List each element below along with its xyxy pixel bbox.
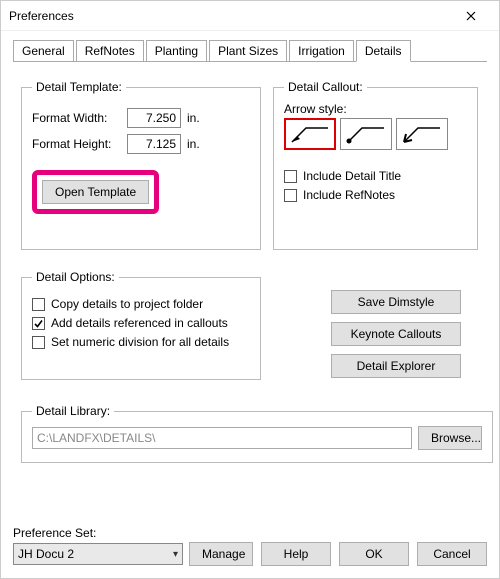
keynote-callouts-button[interactable]: Keynote Callouts (331, 322, 461, 346)
include-refnotes-label: Include RefNotes (303, 188, 395, 202)
copy-details-checkbox[interactable]: Copy details to project folder (32, 297, 250, 311)
detail-callout-legend: Detail Callout: (284, 80, 367, 94)
detail-options-legend: Detail Options: (32, 270, 119, 284)
cancel-button[interactable]: Cancel (417, 542, 487, 566)
numeric-division-label: Set numeric division for all details (51, 335, 229, 349)
include-detail-title-checkbox[interactable]: Include Detail Title (284, 169, 467, 183)
tab-refnotes[interactable]: RefNotes (76, 40, 144, 62)
preference-set-value: JH Docu 2 (18, 547, 74, 561)
manage-button[interactable]: Manage (189, 542, 253, 566)
add-details-label: Add details referenced in callouts (51, 316, 228, 330)
format-height-input[interactable] (127, 134, 181, 154)
titlebar: Preferences (1, 1, 499, 31)
preferences-window: Preferences General RefNotes Planting Pl… (0, 0, 500, 579)
format-width-label: Format Width: (32, 111, 127, 125)
detail-callout-group: Detail Callout: Arrow style: Include Det… (273, 80, 478, 250)
browse-button[interactable]: Browse... (418, 426, 482, 450)
detail-library-legend: Detail Library: (32, 404, 114, 418)
tab-plant-sizes[interactable]: Plant Sizes (209, 40, 287, 62)
detail-template-legend: Detail Template: (32, 80, 126, 94)
checkbox-icon (32, 336, 45, 349)
close-icon[interactable] (451, 2, 491, 30)
include-refnotes-checkbox[interactable]: Include RefNotes (284, 188, 467, 202)
format-width-input[interactable] (127, 108, 181, 128)
arrow-style-2[interactable] (340, 118, 392, 150)
open-template-highlight: Open Template (32, 170, 159, 214)
window-title: Preferences (9, 9, 451, 23)
preference-set-label: Preference Set: (13, 526, 253, 540)
detail-template-group: Detail Template: Format Width: in. Forma… (21, 80, 261, 250)
height-unit: in. (187, 137, 200, 151)
format-height-label: Format Height: (32, 137, 127, 151)
open-template-button[interactable]: Open Template (42, 180, 149, 204)
checkbox-icon (284, 170, 297, 183)
action-buttons-column: Save Dimstyle Keynote Callouts Detail Ex… (331, 290, 461, 378)
detail-library-group: Detail Library: Browse... (21, 404, 493, 463)
width-unit: in. (187, 111, 200, 125)
detail-library-path[interactable] (32, 427, 412, 449)
save-dimstyle-button[interactable]: Save Dimstyle (331, 290, 461, 314)
tab-general[interactable]: General (13, 40, 74, 62)
arrow-style-options (284, 118, 467, 150)
tab-details[interactable]: Details (356, 40, 411, 62)
arrow-style-1[interactable] (284, 118, 336, 150)
details-pane: Detail Template: Format Width: in. Forma… (1, 62, 499, 578)
detail-explorer-button[interactable]: Detail Explorer (331, 354, 461, 378)
preference-set-combo[interactable]: JH Docu 2 ▾ (13, 543, 183, 565)
preference-set-area: Preference Set: JH Docu 2 ▾ Manage (13, 526, 253, 566)
checkbox-icon (32, 317, 45, 330)
ok-button[interactable]: OK (339, 542, 409, 566)
tab-bar: General RefNotes Planting Plant Sizes Ir… (1, 31, 499, 61)
arrow-style-label: Arrow style: (284, 102, 467, 116)
help-button[interactable]: Help (261, 542, 331, 566)
tab-planting[interactable]: Planting (146, 40, 207, 62)
dialog-footer-buttons: Help OK Cancel (261, 542, 487, 566)
arrow-style-3[interactable] (396, 118, 448, 150)
detail-options-group: Detail Options: Copy details to project … (21, 270, 261, 380)
chevron-down-icon: ▾ (173, 549, 178, 560)
tab-irrigation[interactable]: Irrigation (289, 40, 354, 62)
numeric-division-checkbox[interactable]: Set numeric division for all details (32, 335, 250, 349)
checkbox-icon (284, 189, 297, 202)
add-details-checkbox[interactable]: Add details referenced in callouts (32, 316, 250, 330)
copy-details-label: Copy details to project folder (51, 297, 203, 311)
include-title-label: Include Detail Title (303, 169, 401, 183)
checkbox-icon (32, 298, 45, 311)
